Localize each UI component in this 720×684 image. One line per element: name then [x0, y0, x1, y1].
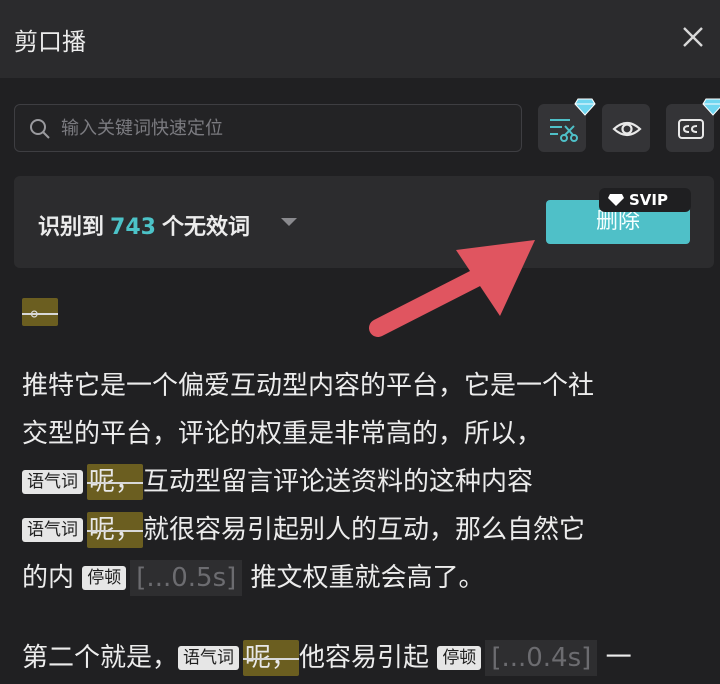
search-box[interactable]	[14, 104, 522, 152]
transcript-text: 的内	[22, 563, 75, 593]
close-icon[interactable]	[676, 20, 710, 54]
invalid-words-summary: 识别到 743 个无效词	[38, 209, 250, 241]
pause-duration[interactable]: [...0.5s]	[130, 560, 243, 596]
pause-tag: 停顿	[82, 566, 127, 590]
modal-particle-tag: 语气词	[22, 470, 83, 494]
transcript-line: 交型的平台，评论的权重是非常高的，所以，	[22, 419, 543, 449]
eye-icon	[612, 121, 642, 137]
filler-punctuation[interactable]: 。	[22, 297, 58, 326]
search-input[interactable]	[61, 105, 511, 151]
invalid-word-count: 743	[110, 215, 156, 240]
caret-down-icon[interactable]	[280, 217, 298, 227]
transcript-text: 互动型留言评论送资料的这种内容	[143, 467, 534, 497]
transcript-line: 推特它是一个偏爱互动型内容的平台，它是一个社	[22, 371, 595, 401]
diamond-icon	[702, 98, 720, 116]
cc-icon	[678, 119, 704, 139]
filler-word[interactable]: 呢，	[243, 640, 300, 676]
title-bar: 剪口播	[0, 0, 720, 78]
transcript-text: 一	[605, 643, 632, 673]
filler-word[interactable]: 呢，	[87, 464, 144, 500]
preview-button[interactable]	[602, 104, 650, 152]
transcript-text: 第二个就是，	[22, 643, 179, 673]
annotation-arrow	[369, 240, 535, 337]
summary-prefix: 识别到	[38, 215, 105, 240]
transcript-line: 语气词 呢，就很容易引起别人的互动，那么自然它	[22, 512, 585, 548]
window-title: 剪口播	[14, 28, 86, 56]
search-icon	[30, 119, 50, 139]
smart-cut-button[interactable]	[538, 98, 596, 152]
svip-badge: SVIP	[599, 188, 691, 212]
transcript-line: 的内 停顿 [...0.5s] 推文权重就会高了。	[22, 560, 485, 596]
transcript-line: 。	[22, 297, 58, 334]
modal-particle-tag: 语气词	[178, 646, 240, 670]
diamond-icon	[574, 98, 596, 116]
pause-duration[interactable]: [...0.4s]	[485, 640, 598, 676]
transcript-text: 他容易引起	[299, 643, 430, 673]
pause-tag: 停顿	[437, 646, 482, 670]
transcript-line: 第二个就是， 语气词 呢，他容易引起 停顿 [...0.4s] 一	[22, 640, 632, 676]
filler-word[interactable]: 呢，	[87, 512, 144, 548]
captions-button[interactable]	[666, 98, 720, 152]
summary-suffix: 个无效词	[161, 215, 250, 240]
transcript-text: 推文权重就会高了。	[250, 563, 485, 593]
transcript-line: 语气词 呢，互动型留言评论送资料的这种内容	[22, 464, 533, 500]
svip-label: SVIP	[629, 191, 668, 209]
cut-list-icon	[550, 119, 578, 142]
diamond-icon	[608, 194, 624, 206]
modal-particle-tag: 语气词	[22, 518, 83, 542]
transcript-text: 就很容易引起别人的互动，那么自然它	[143, 515, 586, 545]
